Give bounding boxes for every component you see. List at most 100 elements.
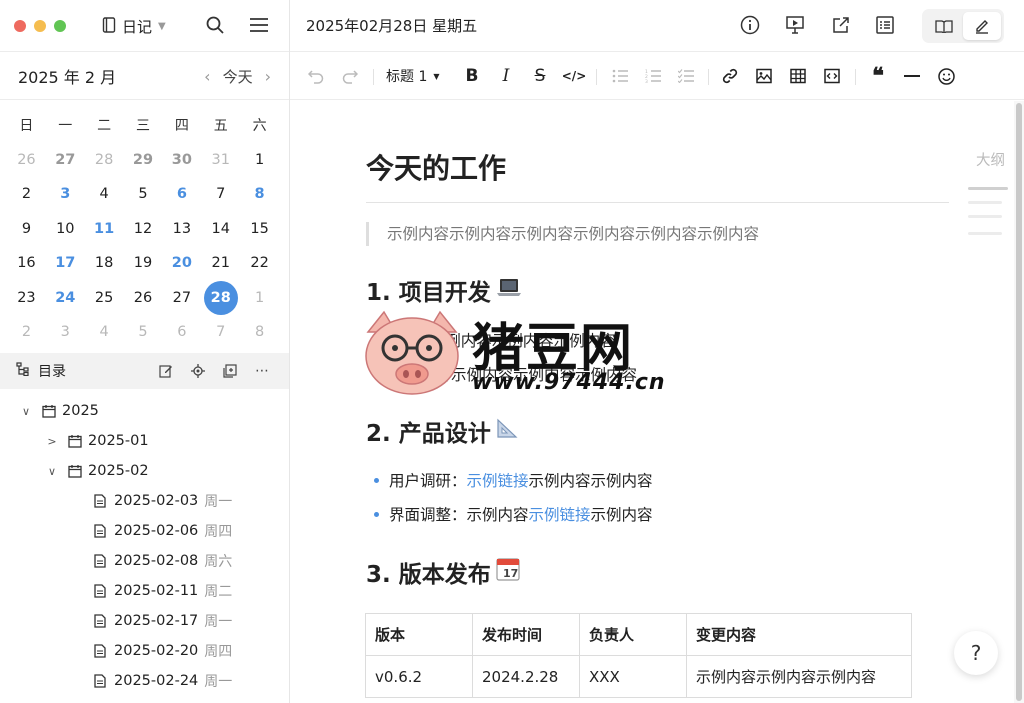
calendar-day[interactable]: 5 — [124, 186, 163, 202]
chevron-down-icon[interactable]: ∨ — [20, 405, 32, 418]
tree-item[interactable]: 2025-02-17 周一 — [0, 606, 289, 636]
calendar-day[interactable]: 2 — [7, 186, 46, 202]
table-cell[interactable]: v0.6.2 — [365, 655, 473, 698]
heading-select[interactable]: 标题 1 ▼ — [386, 66, 440, 86]
inline-code-icon[interactable]: </> — [562, 66, 587, 86]
link-icon[interactable] — [720, 66, 740, 86]
calendar-day[interactable]: 27 — [46, 152, 85, 168]
tree-item[interactable]: ∨ 2025 — [0, 396, 289, 426]
calendar-day[interactable]: 13 — [162, 221, 201, 237]
calendar-day[interactable]: 1 — [240, 290, 279, 306]
calendar-day[interactable]: 16 — [7, 255, 46, 271]
calendar-day[interactable]: 5 — [124, 324, 163, 340]
section-heading-dev[interactable]: 1. 项目开发 — [366, 273, 523, 307]
outline-label[interactable]: 大纲 — [976, 149, 1005, 170]
image-icon[interactable] — [754, 66, 774, 86]
tree-item[interactable]: 2025-02-08 周六 — [0, 546, 289, 576]
calendar-day[interactable]: 19 — [124, 255, 163, 271]
calendar-day[interactable]: 7 — [201, 186, 240, 202]
tree-item[interactable]: 2025-02-11 周二 — [0, 576, 289, 606]
task-list-icon[interactable] — [676, 66, 696, 86]
tree-item[interactable]: 2025-02-20 周四 — [0, 636, 289, 666]
calendar-day[interactable]: 11 — [85, 221, 124, 237]
list-view-icon[interactable] — [874, 14, 896, 36]
more-icon[interactable]: ⋯ — [253, 362, 271, 380]
calendar-day[interactable]: 4 — [85, 324, 124, 340]
outline-marker[interactable] — [968, 201, 1002, 204]
table-header-cell[interactable]: 版本 — [365, 613, 473, 656]
collapse-all-icon[interactable] — [221, 362, 239, 380]
menu-icon[interactable] — [248, 14, 270, 36]
close-window-button[interactable] — [14, 19, 26, 32]
bold-icon[interactable]: B — [462, 66, 482, 86]
calendar-day[interactable]: 9 — [7, 221, 46, 237]
document-title[interactable]: 今天的工作 — [366, 147, 506, 187]
calendar-day[interactable]: 10 — [46, 221, 85, 237]
edit-mode-pen-icon[interactable] — [963, 12, 1001, 40]
calendar-day[interactable]: 15 — [240, 221, 279, 237]
tree-item[interactable]: 2025-02-03 周一 — [0, 486, 289, 516]
calendar-day[interactable]: 6 — [162, 186, 201, 202]
calendar-day[interactable]: 12 — [124, 221, 163, 237]
calendar-day[interactable]: 28 — [85, 152, 124, 168]
share-icon[interactable] — [830, 14, 852, 36]
section-heading-design[interactable]: 2. 产品设计 — [366, 414, 521, 448]
tree-item[interactable]: >2025-01 — [0, 426, 289, 456]
example-link[interactable]: 示例链接 — [467, 469, 529, 491]
calendar-day[interactable]: 8 — [240, 186, 279, 202]
read-mode-book-icon[interactable] — [925, 12, 963, 40]
quote-icon[interactable]: ❝ — [868, 63, 888, 89]
notebook-selector[interactable]: 日记 ▼ — [102, 16, 166, 37]
undo-icon[interactable] — [306, 66, 326, 86]
table-header-cell[interactable]: 负责人 — [579, 613, 687, 656]
blockquote[interactable]: 示例内容示例内容示例内容示例内容示例内容示例内容 — [366, 222, 759, 246]
release-table[interactable]: 版本 发布时间 负责人 变更内容 v0.6.2 2024.2.28 XXX 示例… — [365, 613, 912, 698]
prev-month-icon[interactable]: ‹ — [204, 67, 210, 86]
chevron-down-icon[interactable]: ∨ — [46, 465, 58, 478]
tree-item[interactable]: ∨ 2025-02 — [0, 456, 289, 486]
calendar-day[interactable]: 18 — [85, 255, 124, 271]
next-month-icon[interactable]: › — [265, 67, 271, 86]
calendar-day[interactable]: 3 — [46, 186, 85, 202]
calendar-day[interactable]: 30 — [162, 152, 201, 168]
calendar-day[interactable]: 17 — [46, 255, 85, 271]
tree-item[interactable]: 2025-02-06 周四 — [0, 516, 289, 546]
calendar-day[interactable]: 28 — [201, 280, 240, 315]
calendar-day[interactable]: 3 — [46, 324, 85, 340]
minimize-window-button[interactable] — [34, 19, 46, 32]
search-icon[interactable] — [204, 14, 226, 36]
calendar-day[interactable]: 14 — [201, 221, 240, 237]
emoji-icon[interactable] — [936, 66, 956, 86]
locate-icon[interactable] — [189, 362, 207, 380]
calendar-day[interactable]: 1 — [240, 152, 279, 168]
table-cell[interactable]: XXX — [579, 655, 687, 698]
strikethrough-icon[interactable]: S — [530, 66, 550, 86]
tree-item[interactable]: 2025-02-24 周一 — [0, 666, 289, 696]
calendar-day[interactable]: 22 — [240, 255, 279, 271]
section-heading-release[interactable]: 3. 版本发布 17 — [366, 555, 521, 589]
numbered-list-icon[interactable]: 123 — [643, 66, 663, 86]
calendar-day[interactable]: 26 — [7, 152, 46, 168]
help-button[interactable]: ? — [954, 631, 998, 675]
edit-icon[interactable] — [157, 362, 175, 380]
calendar-day[interactable]: 2 — [7, 324, 46, 340]
calendar-day[interactable]: 24 — [46, 290, 85, 306]
info-icon[interactable] — [739, 14, 761, 36]
example-link[interactable]: 示例链接 — [529, 503, 591, 525]
calendar-day[interactable]: 23 — [7, 290, 46, 306]
today-button[interactable]: 今天 — [223, 66, 253, 87]
code-block-icon[interactable] — [822, 66, 842, 86]
calendar-day[interactable]: 4 — [85, 186, 124, 202]
table-cell[interactable]: 2024.2.28 — [472, 655, 580, 698]
table-icon[interactable] — [788, 66, 808, 86]
presentation-icon[interactable] — [784, 14, 806, 36]
outline-marker[interactable] — [968, 187, 1008, 190]
divider-icon[interactable] — [902, 66, 922, 86]
zoom-window-button[interactable] — [54, 19, 66, 32]
calendar-day[interactable]: 26 — [124, 290, 163, 306]
calendar-day[interactable]: 27 — [162, 290, 201, 306]
table-header-cell[interactable]: 变更内容 — [686, 613, 912, 656]
calendar-day[interactable]: 6 — [162, 324, 201, 340]
list-item[interactable]: 界面调整：示例内容 示例链接 示例内容 — [374, 503, 653, 525]
outline-marker[interactable] — [968, 215, 1002, 218]
